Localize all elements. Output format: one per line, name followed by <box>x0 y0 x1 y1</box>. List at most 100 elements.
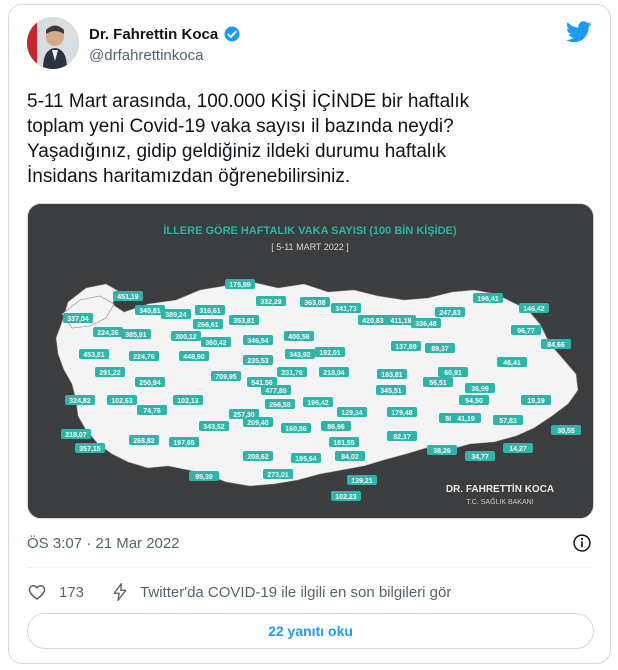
province-value: 96,77 <box>517 328 535 335</box>
province-value: 84,66 <box>547 342 565 349</box>
province-value: 30,55 <box>557 428 575 435</box>
province-value: 709,95 <box>215 374 237 381</box>
province-value: 19,19 <box>527 398 545 405</box>
province-value: 56,51 <box>429 380 447 387</box>
province-value: 291,22 <box>99 370 121 377</box>
province-value: 273,01 <box>267 472 289 479</box>
province-value: 102,63 <box>111 398 133 405</box>
province-value: 268,82 <box>133 438 155 445</box>
province-value: 181,55 <box>333 440 355 447</box>
province-value: 74,76 <box>143 408 161 415</box>
province-value: 411,19 <box>390 318 411 325</box>
info-icon[interactable] <box>572 533 592 553</box>
avatar[interactable] <box>27 17 79 69</box>
province-value: 420,83 <box>362 318 384 325</box>
province-value: 54,50 <box>465 398 483 405</box>
province-value: 209,40 <box>247 420 269 427</box>
read-replies-button[interactable]: 22 yanıtı oku <box>27 613 594 649</box>
province-value: 257,30 <box>233 412 255 419</box>
province-value: 86,96 <box>327 424 345 431</box>
province-value: 197,65 <box>173 440 195 447</box>
province-value: 175,99 <box>229 282 251 289</box>
province-value: 247,83 <box>439 310 461 317</box>
tweet-text: 5-11 Mart arasında, 100.000 KİŞİ İÇİNDE … <box>27 89 597 189</box>
province-value: 453,81 <box>83 352 105 359</box>
province-value: 102,13 <box>177 398 199 405</box>
province-value: 82,17 <box>393 434 411 441</box>
province-value: 129,34 <box>341 410 363 417</box>
province-value: 36,99 <box>471 386 489 393</box>
province-value: 41,19 <box>457 416 475 423</box>
province-value: 179,48 <box>391 410 413 417</box>
province-value: 95,39 <box>195 474 213 481</box>
province-value: 38,26 <box>433 448 451 455</box>
province-value: 84,02 <box>341 454 359 461</box>
province-value: 57,83 <box>499 418 517 425</box>
author-name[interactable]: Dr. Fahrettin Koca <box>89 25 241 43</box>
province-value: 448,90 <box>183 354 205 361</box>
province-value: 224,76 <box>133 354 155 361</box>
province-value: 89,37 <box>431 346 449 353</box>
verified-badge-icon <box>224 26 240 42</box>
tweet-line: 5-11 Mart arasında, 100.000 KİŞİ İÇİNDE … <box>27 91 470 112</box>
province-value: 192,01 <box>319 350 341 357</box>
province-value: 235,53 <box>247 358 269 365</box>
tweet-image[interactable]: İLLERE GÖRE HAFTALIK VAKA SAYISI (100 Bİ… <box>27 203 594 519</box>
signature-title: T.C. SAĞLIK BAKANI <box>466 497 533 506</box>
signature-name: DR. FAHRETTİN KOCA <box>446 482 554 495</box>
author-name-text[interactable]: Dr. Fahrettin Koca <box>89 26 218 43</box>
province-value: 34,77 <box>471 454 489 461</box>
province-value: 360,42 <box>205 340 227 347</box>
province-value: 14,27 <box>509 446 527 453</box>
province-value: 336,48 <box>415 321 437 328</box>
province-value: 46,41 <box>503 360 521 367</box>
province-value: 389,24 <box>165 312 187 319</box>
tweet-line: Yaşadığınız, gidip geldiğiniz ildeki dur… <box>27 141 446 162</box>
province-value: 224,36 <box>97 330 119 337</box>
province-value: 250,94 <box>139 380 161 387</box>
province-value: 477,89 <box>265 388 287 395</box>
lightning-icon <box>113 583 127 601</box>
province-value: 137,89 <box>395 344 417 351</box>
province-value: 346,54 <box>247 338 269 345</box>
tweet-line: toplam yeni Covid-19 vaka sayısı il bazı… <box>27 116 454 137</box>
province-value: 218,04 <box>323 370 345 377</box>
province-value: 160,56 <box>285 426 307 433</box>
province-value: 341,73 <box>335 306 357 313</box>
province-value: 353,81 <box>233 318 255 325</box>
province-value: 385,91 <box>125 332 147 339</box>
province-value: 337,04 <box>67 316 89 323</box>
province-value: 324,82 <box>69 398 91 405</box>
province-value: 451,19 <box>117 294 139 301</box>
province-value: 231,78 <box>281 370 303 377</box>
tweet-actions: 173 Twitter'da COVID-19 ile ilgili en so… <box>27 577 451 607</box>
like-count[interactable]: 173 <box>59 584 84 601</box>
province-value: 332,29 <box>260 299 282 306</box>
province-value: 266,58 <box>269 402 291 409</box>
province-value: 343,92 <box>289 352 311 359</box>
province-value: 146,42 <box>523 306 545 313</box>
author-handle[interactable]: @drfahrettinkoca <box>89 47 203 64</box>
map-title: İLLERE GÖRE HAFTALIK VAKA SAYISI (100 Bİ… <box>163 224 457 237</box>
twitter-bird-icon[interactable] <box>566 21 592 43</box>
province-value: 200,12 <box>175 334 197 341</box>
covid-info-link[interactable]: Twitter'da COVID-19 ile ilgili en son bi… <box>140 584 451 601</box>
turkey-incidence-map: İLLERE GÖRE HAFTALIK VAKA SAYISI (100 Bİ… <box>28 204 593 518</box>
heart-icon[interactable] <box>27 582 47 602</box>
province-value: 340,81 <box>139 308 161 315</box>
province-value: 102,23 <box>335 494 357 501</box>
province-value: 400,58 <box>288 334 310 341</box>
province-value: 195,64 <box>295 456 317 463</box>
province-value: 60,91 <box>444 370 462 377</box>
province-value: 218,07 <box>65 432 87 439</box>
province-value: 139,21 <box>351 478 373 485</box>
province-value: 196,41 <box>477 296 499 303</box>
province-value: 183,81 <box>381 372 403 379</box>
province-value: 357,15 <box>79 446 101 453</box>
province-value: 196,42 <box>307 400 329 407</box>
map-subtitle: [ 5-11 MART 2022 ] <box>271 242 349 252</box>
province-value: 208,62 <box>247 454 269 461</box>
province-value: 345,51 <box>380 388 402 395</box>
province-value: 316,61 <box>199 308 221 315</box>
tweet-timestamp[interactable]: ÖS 3:07 · 21 Mar 2022 <box>27 535 180 552</box>
